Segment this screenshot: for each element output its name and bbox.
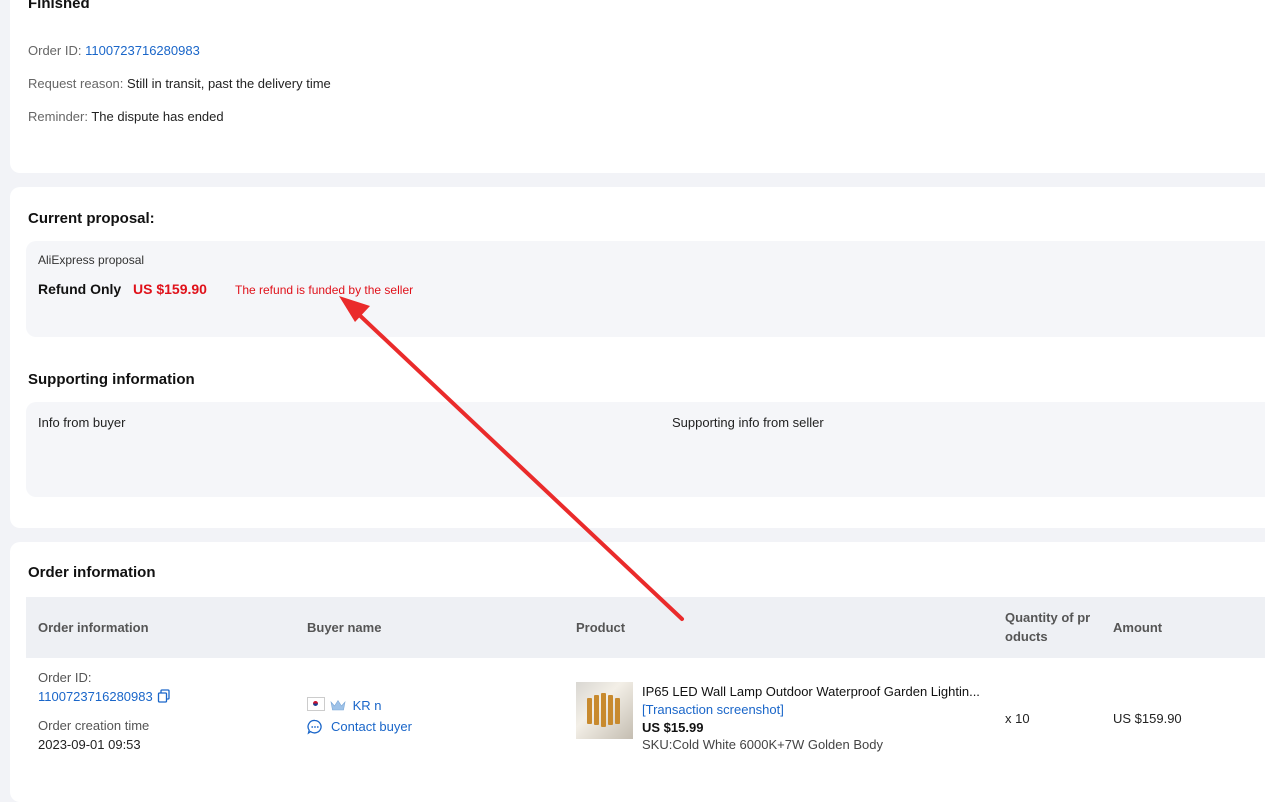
order-info-card: Order information Order information Buye… — [10, 542, 1265, 802]
col-product: Product — [576, 620, 626, 635]
contact-buyer-button[interactable]: Contact buyer — [307, 719, 412, 735]
refund-funding-note: The refund is funded by the seller — [235, 283, 414, 297]
row-order-id-label: Order ID: — [38, 670, 92, 685]
product-quantity: x 10 — [1005, 711, 1030, 726]
current-proposal-title: Current proposal: — [28, 210, 155, 227]
request-reason-value: Still in transit, past the delivery time — [127, 76, 331, 91]
order-amount: US $159.90 — [1113, 711, 1182, 726]
order-info-title: Order information — [28, 564, 156, 581]
product-sku: SKU:Cold White 6000K+7W Golden Body — [642, 737, 883, 752]
dispute-order-id-row: Order ID: 1100723716280983 — [28, 43, 200, 58]
korea-flag-icon — [307, 697, 325, 711]
product-price: US $15.99 — [642, 720, 704, 735]
proposal-box: AliExpress proposal Refund Only US $159.… — [26, 241, 1265, 337]
buyer-name-cell: KR n — [307, 697, 382, 713]
dispute-summary-card: Finished Order ID: 1100723716280983 Requ… — [10, 0, 1265, 173]
buyer-info-label: Info from buyer — [38, 415, 126, 430]
contact-buyer-label: Contact buyer — [331, 719, 412, 734]
reminder-value: The dispute has ended — [91, 109, 224, 124]
refund-type: Refund Only — [38, 281, 122, 297]
row-order-id: 1100723716280983 — [38, 689, 171, 704]
order-id-link[interactable]: 1100723716280983 — [85, 43, 200, 58]
dispute-status: Finished — [28, 0, 90, 12]
reminder-row: Reminder: The dispute has ended — [28, 109, 224, 124]
crown-icon — [330, 699, 346, 711]
supporting-info-box: Info from buyer Supporting info from sel… — [26, 402, 1265, 497]
row-order-id-link[interactable]: 1100723716280983 — [38, 689, 153, 704]
seller-info-label: Supporting info from seller — [672, 415, 824, 430]
col-amount: Amount — [1113, 620, 1163, 635]
order-id-label: Order ID: — [28, 43, 82, 58]
col-buyer-name: Buyer name — [307, 620, 382, 635]
row-creation-time: 2023-09-01 09:53 — [38, 737, 141, 752]
product-title[interactable]: IP65 LED Wall Lamp Outdoor Waterproof Ga… — [642, 684, 980, 699]
transaction-screenshot-link[interactable]: [Transaction screenshot] — [642, 702, 784, 717]
copy-icon[interactable] — [157, 689, 171, 703]
order-table-header: Order information Buyer name Product Qua… — [26, 597, 1265, 658]
chat-icon — [307, 719, 323, 735]
buyer-name-link[interactable]: KR n — [353, 698, 382, 713]
product-thumbnail[interactable] — [576, 682, 633, 739]
request-reason-label: Request reason: — [28, 76, 124, 91]
col-quantity: Quantity of pr oducts — [1005, 610, 1091, 644]
request-reason-row: Request reason: Still in transit, past t… — [28, 76, 331, 91]
proposal-source: AliExpress proposal — [38, 253, 145, 267]
row-creation-label: Order creation time — [38, 718, 150, 733]
refund-amount: US $159.90 — [133, 281, 207, 297]
supporting-info-title: Supporting information — [28, 371, 195, 388]
reminder-label: Reminder: — [28, 109, 88, 124]
proposal-card: Current proposal: AliExpress proposal Re… — [10, 187, 1265, 528]
col-order-information: Order information — [38, 620, 149, 635]
